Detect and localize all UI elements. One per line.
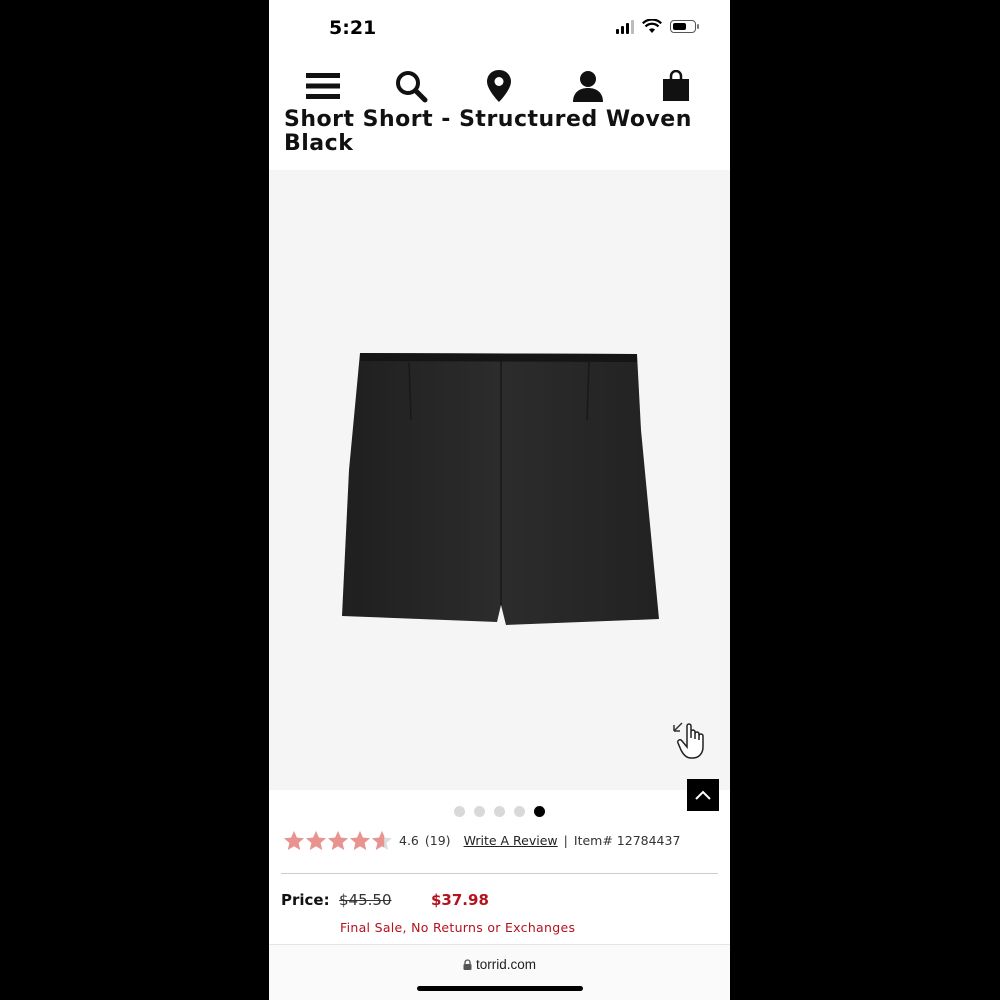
carousel-dot[interactable] xyxy=(494,806,505,817)
carousel-dot[interactable] xyxy=(514,806,525,817)
lock-icon xyxy=(463,959,472,970)
rating-row: 4.6 (19) Write A Review | Item# 12784437 xyxy=(283,830,680,851)
product-title: Short Short - Structured Woven Black xyxy=(284,107,692,156)
carousel-dots xyxy=(269,806,730,817)
star-icon xyxy=(284,831,304,850)
price-label: Price: xyxy=(281,891,330,909)
star-rating[interactable] xyxy=(283,830,393,851)
location-pin-icon[interactable] xyxy=(481,68,517,104)
search-icon[interactable] xyxy=(393,68,429,104)
home-indicator[interactable] xyxy=(417,986,583,991)
price-row: Price: $45.50 $37.98 xyxy=(281,891,489,909)
url-display[interactable]: torrid.com xyxy=(269,957,730,972)
browser-address-bar[interactable]: torrid.com xyxy=(269,944,730,1000)
menu-icon[interactable] xyxy=(305,68,341,104)
site-header xyxy=(269,60,730,112)
wifi-icon xyxy=(642,19,662,33)
star-icon xyxy=(306,831,326,850)
chevron-up-icon xyxy=(695,790,711,800)
signal-icon xyxy=(616,19,634,34)
rating-value: 4.6 xyxy=(399,833,419,848)
star-icon xyxy=(372,831,392,850)
separator: | xyxy=(563,833,568,848)
shopping-bag-icon[interactable] xyxy=(658,68,694,104)
carousel-dot[interactable] xyxy=(454,806,465,817)
write-review-link[interactable]: Write A Review xyxy=(464,833,558,848)
product-image xyxy=(342,353,659,625)
phone-screen: 5:21 Short Short - Structured Woven Blac… xyxy=(269,0,730,1000)
status-icons xyxy=(616,19,699,34)
item-number: Item# 12784437 xyxy=(573,833,681,848)
status-bar: 5:21 xyxy=(269,0,730,55)
star-icon xyxy=(350,831,370,850)
url-text: torrid.com xyxy=(475,957,536,972)
final-sale-note: Final Sale, No Returns or Exchanges xyxy=(340,920,576,935)
carousel-dot-active[interactable] xyxy=(534,806,545,817)
review-count[interactable]: (19) xyxy=(425,833,451,848)
battery-icon xyxy=(670,20,699,33)
carousel-dot[interactable] xyxy=(474,806,485,817)
star-icon xyxy=(328,831,348,850)
product-image-carousel[interactable] xyxy=(269,170,730,790)
sale-price: $37.98 xyxy=(431,891,489,909)
divider xyxy=(281,873,718,874)
status-time: 5:21 xyxy=(329,17,377,39)
zoom-gesture-icon[interactable] xyxy=(669,720,711,767)
account-icon[interactable] xyxy=(570,68,606,104)
original-price: $45.50 xyxy=(339,891,392,909)
